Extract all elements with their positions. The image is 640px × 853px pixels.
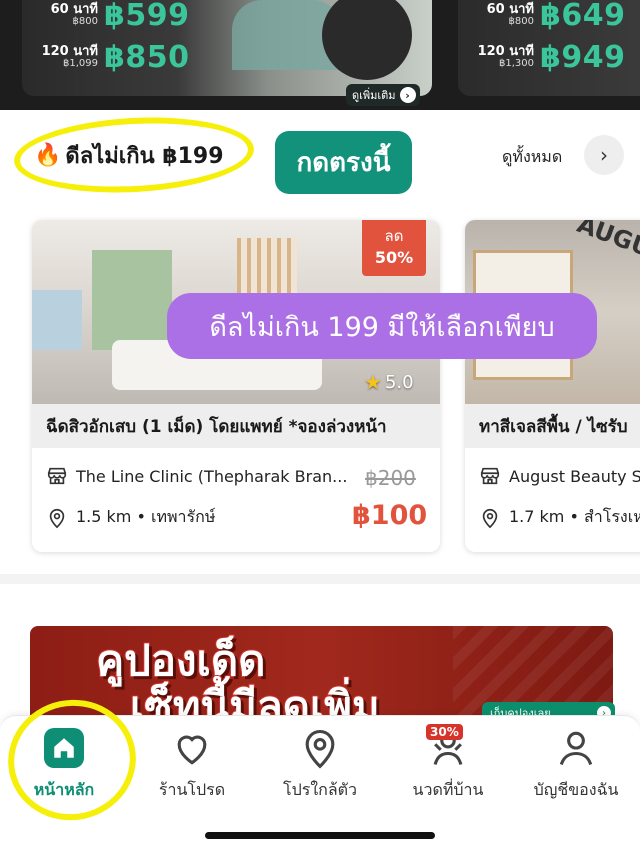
shop-name: The Line Clinic (Thepharak Bran... xyxy=(76,466,348,486)
promo-banner-right[interactable]: 60 นาที ฿800 ฿649 120 นาที ฿1,300 ฿949 xyxy=(458,0,640,96)
promo-photo-decor xyxy=(322,0,412,80)
promo-old-price: ฿800 xyxy=(72,16,98,28)
chevron-right-icon: › xyxy=(399,87,416,103)
top-promo-strip: 60 นาที ฿800 ฿599 120 นาที ฿1,099 ฿850 ด… xyxy=(0,0,640,110)
star-icon: ★ xyxy=(364,370,382,394)
nav-item-account[interactable]: บัญชีของฉัน xyxy=(512,716,640,816)
nav-item-favorites[interactable]: ร้านโปรด xyxy=(128,716,256,816)
deal-price: ฿100 xyxy=(352,500,428,531)
see-more-label: ดูเพิ่มเติม xyxy=(352,89,396,102)
promo-price: ฿649 xyxy=(540,0,626,33)
rating-value: 5.0 xyxy=(384,371,414,393)
discount-percent: 50% xyxy=(374,248,414,267)
promo-old-price: ฿1,300 xyxy=(499,58,534,70)
store-icon xyxy=(479,465,501,487)
deal-title: ทาสีเจลสีพื้น / ไซรับ xyxy=(465,404,640,448)
photo-sign-text: AUGUST xyxy=(573,220,640,274)
discount-badge: ลด 50% xyxy=(362,220,426,276)
home-indicator xyxy=(205,832,435,839)
deal-title: ฉีดสิวอักเสบ (1 เม็ด) โดยแพทย์ *จองล่วงห… xyxy=(32,404,440,448)
location-pin-icon xyxy=(296,724,344,772)
view-all-link[interactable]: ดูทั้งหมด xyxy=(502,145,562,170)
see-more-button[interactable]: ดูเพิ่มเติม › xyxy=(346,84,420,106)
discount-label: ลด xyxy=(384,227,404,245)
location-text: 1.5 km • เทพารักษ์ xyxy=(76,507,216,526)
promo-price-row: 60 นาที ฿800 ฿599 xyxy=(36,0,190,33)
location-text: 1.7 km • สำโรงเหนื xyxy=(509,507,640,526)
promo-price-row: 120 นาที ฿1,099 ฿850 xyxy=(36,40,190,75)
promo-duration: 120 นาที xyxy=(41,44,98,60)
location-pin-icon xyxy=(479,507,501,529)
promo-duration: 60 นาที xyxy=(50,2,98,18)
deal-section-header: 🔥 ดีลไม่เกิน ฿199 กดตรงนี้ ดูทั้งหมด › xyxy=(0,111,640,199)
store-icon xyxy=(46,465,68,487)
promo-price: ฿949 xyxy=(540,40,626,75)
location-line: 1.5 km • เทพารักษ์ xyxy=(46,505,215,530)
user-icon xyxy=(552,724,600,772)
nav-item-home-massage[interactable]: 30% นวดที่บ้าน xyxy=(384,716,512,816)
rating: ★ 5.0 xyxy=(364,370,414,394)
nav-item-nearby[interactable]: โปรใกล้ตัว xyxy=(256,716,384,816)
deal-card[interactable]: ลด 50% ★ 5.0 ฉีดสิวอักเสบ (1 เม็ด) โดยแพ… xyxy=(32,220,440,552)
promo-old-price: ฿1,099 xyxy=(63,58,98,70)
heart-icon xyxy=(168,724,216,772)
shop-line: The Line Clinic (Thepharak Bran... xyxy=(46,465,347,487)
promo-duration: 60 นาที xyxy=(486,2,534,18)
promo-price: ฿850 xyxy=(104,40,190,75)
location-pin-icon xyxy=(46,507,68,529)
nav-label: นวดที่บ้าน xyxy=(412,780,484,799)
promo-banner-left[interactable]: 60 นาที ฿800 ฿599 120 นาที ฿1,099 ฿850 xyxy=(22,0,432,96)
discount-badge: 30% xyxy=(426,724,463,740)
promo-price: ฿599 xyxy=(104,0,190,33)
nav-label: โปรใกล้ตัว xyxy=(282,780,358,799)
shop-line: August Beauty S xyxy=(479,465,640,487)
promo-price-row: 120 นาที ฿1,300 ฿949 xyxy=(472,40,626,75)
nav-label: บัญชีของฉัน xyxy=(533,780,619,799)
highlight-circle-annotation xyxy=(12,111,256,199)
original-price: ฿200 xyxy=(365,466,416,490)
location-line: 1.7 km • สำโรงเหนื xyxy=(479,505,640,530)
chevron-right-icon[interactable]: › xyxy=(584,135,624,175)
shop-name: August Beauty S xyxy=(509,466,640,486)
nav-label: ร้านโปรด xyxy=(158,780,226,799)
deal-card[interactable]: AUGUST ทาสีเจลสีพื้น / ไซรับ August Beau… xyxy=(465,220,640,552)
overlay-caption: ดีลไม่เกิน 199 มีให้เลือกเพียบ xyxy=(167,293,597,359)
promo-old-price: ฿800 xyxy=(508,16,534,28)
promo-duration: 120 นาที xyxy=(477,44,534,60)
massage-icon: 30% xyxy=(424,724,472,772)
press-here-button[interactable]: กดตรงนี้ xyxy=(275,131,412,194)
promo-price-row: 60 นาที ฿800 ฿649 xyxy=(472,0,626,33)
section-divider xyxy=(0,574,640,584)
